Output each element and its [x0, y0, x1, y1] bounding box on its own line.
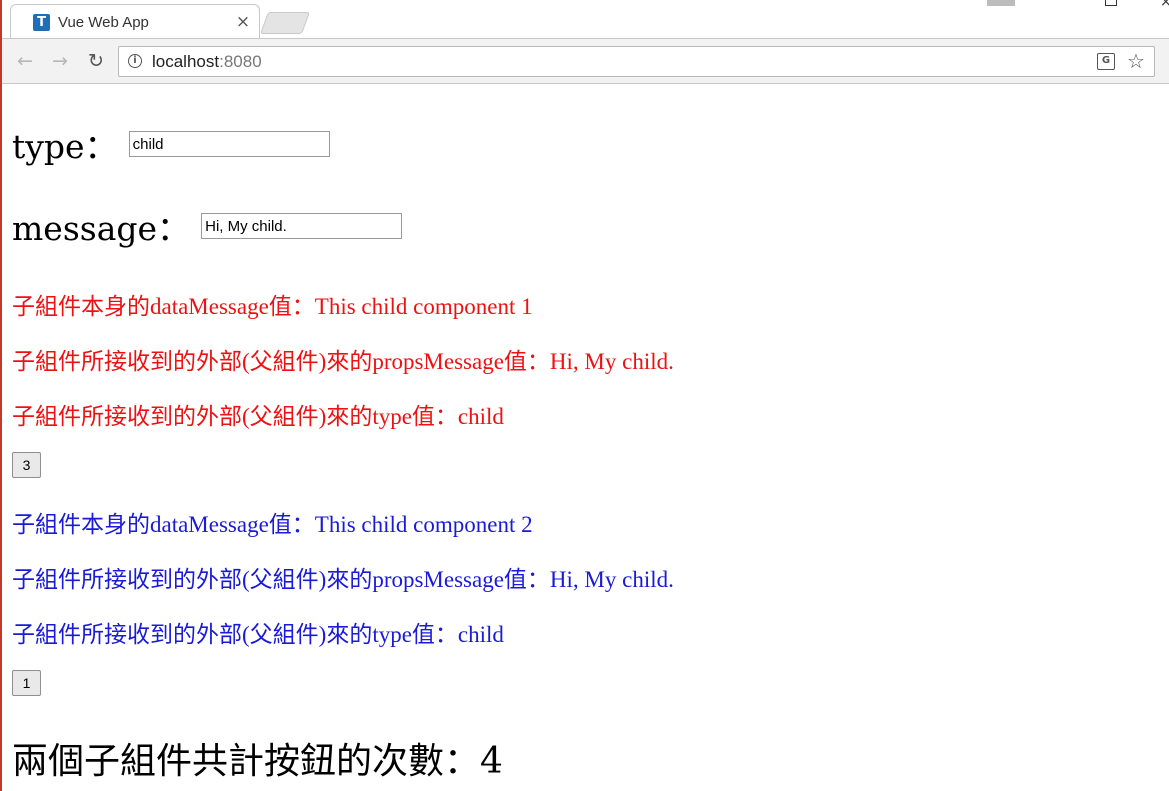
- child1-count-button[interactable]: 3: [12, 452, 41, 478]
- reload-icon[interactable]: ↻: [84, 49, 108, 73]
- tab-vue-web-app[interactable]: T Vue Web App ×: [10, 4, 260, 39]
- favicon-icon: T: [33, 14, 50, 31]
- close-tab-icon[interactable]: ×: [233, 12, 253, 32]
- info-icon[interactable]: i: [128, 54, 142, 68]
- child2-type: 子組件所接收到的外部(父組件)來的type值：child: [12, 622, 504, 647]
- url-port: :8080: [219, 52, 262, 71]
- child1-data-message: 子組件本身的dataMessage值：This child component …: [12, 294, 533, 319]
- message-input[interactable]: [201, 213, 403, 239]
- browser-toolbar: ← → ↻ i localhost:8080 G ☆: [2, 38, 1169, 84]
- window-close-icon[interactable]: ×: [1160, 0, 1169, 10]
- child2-props-message: 子組件所接收到的外部(父組件)來的propsMessage值：Hi, My ch…: [12, 567, 674, 592]
- message-row: message：: [12, 202, 403, 250]
- type-label: type：: [12, 127, 118, 166]
- maximize-icon[interactable]: [1105, 0, 1117, 6]
- child2-count-button[interactable]: 1: [12, 670, 41, 696]
- minimize-icon[interactable]: [987, 0, 1015, 6]
- page-content: type： message： 子組件本身的dataMessage值：This c…: [12, 84, 1162, 791]
- child1-type: 子組件所接收到的外部(父組件)來的type值：child: [12, 404, 504, 429]
- browser-window: T Vue Web App × × ← → ↻ i localhost:8080…: [0, 0, 1169, 791]
- back-arrow-icon[interactable]: ←: [13, 49, 37, 73]
- tab-strip: T Vue Web App × ×: [2, 0, 1169, 39]
- child1-props-message: 子組件所接收到的外部(父組件)來的propsMessage值：Hi, My ch…: [12, 349, 674, 374]
- translate-icon[interactable]: G: [1097, 53, 1115, 70]
- tab-title: Vue Web App: [58, 14, 149, 31]
- message-label: message：: [12, 209, 191, 248]
- url-text[interactable]: localhost:8080: [152, 52, 262, 72]
- bookmark-star-icon[interactable]: ☆: [1127, 49, 1145, 73]
- child2-data-message: 子組件本身的dataMessage值：This child component …: [12, 512, 533, 537]
- address-bar[interactable]: i localhost:8080 G ☆: [118, 46, 1155, 77]
- total-click-count: 兩個子組件共計按鈕的次數：4: [12, 741, 503, 782]
- url-host: localhost: [152, 52, 220, 71]
- forward-arrow-icon[interactable]: →: [48, 49, 72, 73]
- type-row: type：: [12, 120, 330, 168]
- new-tab-button[interactable]: [259, 12, 311, 34]
- type-input[interactable]: [128, 131, 330, 157]
